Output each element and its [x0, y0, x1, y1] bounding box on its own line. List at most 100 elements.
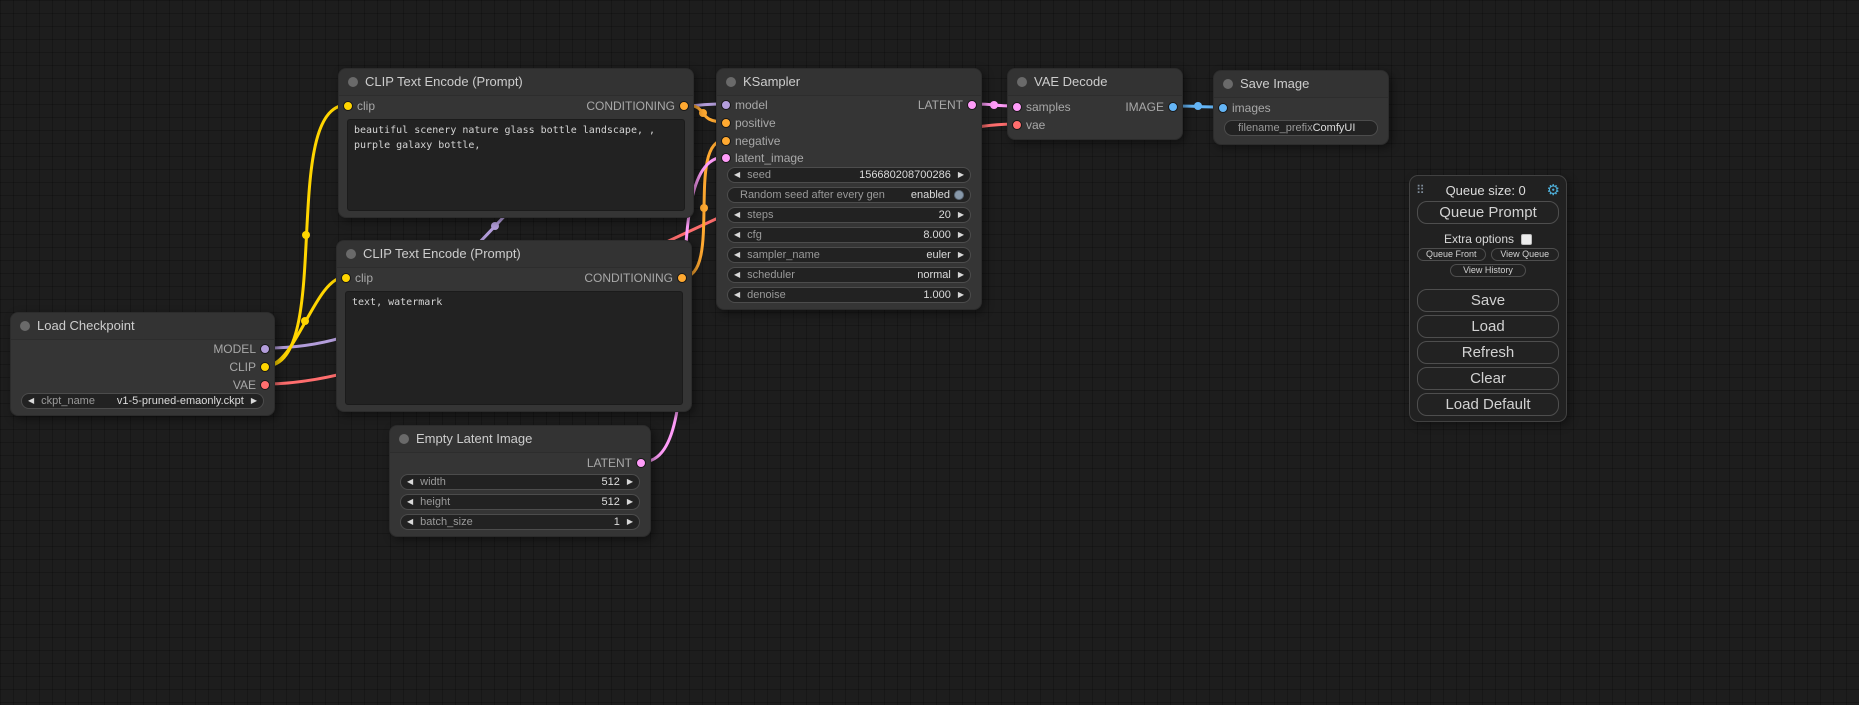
node-title: CLIP Text Encode (Prompt): [365, 74, 523, 89]
queue-front-button[interactable]: Queue Front: [1417, 248, 1486, 261]
increment-arrow-icon[interactable]: ▶: [958, 248, 964, 262]
decrement-arrow-icon[interactable]: ◀: [407, 515, 413, 529]
refresh-button[interactable]: Refresh: [1417, 341, 1559, 364]
port-input-positive[interactable]: [721, 118, 731, 128]
port-output-clip[interactable]: [260, 362, 270, 372]
node-ksampler[interactable]: KSampler model positive negative latent_…: [716, 68, 982, 310]
port-input-clip[interactable]: [341, 273, 351, 283]
input-slot-negative: negative: [735, 133, 780, 149]
collapse-dot[interactable]: [1223, 79, 1233, 89]
widget-label: Random seed after every gen: [740, 189, 885, 201]
output-slot-latent: LATENT: [587, 455, 632, 471]
decrement-arrow-icon[interactable]: ◀: [407, 495, 413, 509]
node-title-bar[interactable]: CLIP Text Encode (Prompt): [339, 69, 693, 96]
widget-cfg[interactable]: ◀ cfg 8.000 ▶: [727, 227, 971, 243]
collapse-dot[interactable]: [399, 434, 409, 444]
widget-seed[interactable]: ◀ seed 156680208700286 ▶: [727, 167, 971, 183]
collapse-dot[interactable]: [20, 321, 30, 331]
extra-options-label: Extra options: [1444, 232, 1514, 246]
node-title-bar[interactable]: Empty Latent Image: [390, 426, 650, 453]
node-vae-decode[interactable]: VAE Decode samples vae IMAGE: [1007, 68, 1183, 140]
load-button[interactable]: Load: [1417, 315, 1559, 338]
decrement-arrow-icon[interactable]: ◀: [734, 268, 740, 282]
node-title-bar[interactable]: CLIP Text Encode (Prompt): [337, 241, 691, 268]
widget-denoise[interactable]: ◀ denoise 1.000 ▶: [727, 287, 971, 303]
node-clip-text-encode-positive[interactable]: CLIP Text Encode (Prompt) clip CONDITION…: [338, 68, 694, 218]
widget-value: normal: [917, 269, 951, 281]
decrement-arrow-icon[interactable]: ◀: [734, 208, 740, 222]
port-input-vae[interactable]: [1012, 120, 1022, 130]
increment-arrow-icon[interactable]: ▶: [958, 228, 964, 242]
widget-filename-prefix[interactable]: filename_prefix ComfyUI: [1224, 120, 1378, 136]
widget-label: steps: [747, 209, 773, 221]
input-slot-model: model: [735, 97, 768, 113]
increment-arrow-icon[interactable]: ▶: [627, 495, 633, 509]
output-slot-latent: LATENT: [918, 97, 963, 113]
queue-menu-panel: ⠿ Queue size: 0 ⚙ Queue Prompt Extra opt…: [1409, 175, 1567, 422]
port-output-latent[interactable]: [636, 458, 646, 468]
increment-arrow-icon[interactable]: ▶: [958, 268, 964, 282]
node-empty-latent-image[interactable]: Empty Latent Image LATENT ◀ width 512 ▶ …: [389, 425, 651, 537]
increment-arrow-icon[interactable]: ▶: [958, 168, 964, 182]
port-input-images[interactable]: [1218, 103, 1228, 113]
collapse-dot[interactable]: [348, 77, 358, 87]
collapse-dot[interactable]: [726, 77, 736, 87]
port-input-negative[interactable]: [721, 136, 731, 146]
increment-arrow-icon[interactable]: ▶: [627, 515, 633, 529]
drag-handle-icon[interactable]: ⠿: [1416, 183, 1425, 197]
widget-ckpt-name[interactable]: ◀ ckpt_name v1-5-pruned-emaonly.ckpt ▶: [21, 393, 264, 409]
node-clip-text-encode-negative[interactable]: CLIP Text Encode (Prompt) clip CONDITION…: [336, 240, 692, 412]
increment-arrow-icon[interactable]: ▶: [958, 288, 964, 302]
port-input-samples[interactable]: [1012, 102, 1022, 112]
decrement-arrow-icon[interactable]: ◀: [734, 228, 740, 242]
menu-header: ⠿ Queue size: 0 ⚙: [1416, 181, 1560, 199]
view-history-button[interactable]: View History: [1450, 264, 1526, 277]
widget-sampler-name[interactable]: ◀ sampler_name euler ▶: [727, 247, 971, 263]
queue-prompt-button[interactable]: Queue Prompt: [1417, 201, 1559, 224]
settings-gear-icon[interactable]: ⚙: [1547, 183, 1560, 198]
input-slot-positive: positive: [735, 115, 776, 131]
node-title-bar[interactable]: Load Checkpoint: [11, 313, 274, 340]
node-title-bar[interactable]: Save Image: [1214, 71, 1388, 98]
node-title-bar[interactable]: VAE Decode: [1008, 69, 1182, 96]
prompt-textarea[interactable]: beautiful scenery nature glass bottle la…: [347, 119, 685, 211]
node-save-image[interactable]: Save Image images filename_prefix ComfyU…: [1213, 70, 1389, 145]
port-output-image[interactable]: [1168, 102, 1178, 112]
collapse-dot[interactable]: [1017, 77, 1027, 87]
port-output-latent[interactable]: [967, 100, 977, 110]
increment-arrow-icon[interactable]: ▶: [251, 394, 257, 408]
widget-height[interactable]: ◀ height 512 ▶: [400, 494, 640, 510]
port-output-model[interactable]: [260, 344, 270, 354]
widget-scheduler[interactable]: ◀ scheduler normal ▶: [727, 267, 971, 283]
widget-width[interactable]: ◀ width 512 ▶: [400, 474, 640, 490]
node-load-checkpoint[interactable]: Load Checkpoint MODEL CLIP VAE ◀ ckpt_na…: [10, 312, 275, 416]
widget-steps[interactable]: ◀ steps 20 ▶: [727, 207, 971, 223]
node-graph-canvas[interactable]: Load Checkpoint MODEL CLIP VAE ◀ ckpt_na…: [0, 0, 1859, 705]
input-slot-samples: samples: [1026, 99, 1071, 115]
decrement-arrow-icon[interactable]: ◀: [734, 168, 740, 182]
port-output-conditioning[interactable]: [679, 101, 689, 111]
decrement-arrow-icon[interactable]: ◀: [28, 394, 34, 408]
port-output-vae[interactable]: [260, 380, 270, 390]
port-input-clip[interactable]: [343, 101, 353, 111]
collapse-dot[interactable]: [346, 249, 356, 259]
widget-batch-size[interactable]: ◀ batch_size 1 ▶: [400, 514, 640, 530]
save-button[interactable]: Save: [1417, 289, 1559, 312]
load-default-button[interactable]: Load Default: [1417, 393, 1559, 416]
view-queue-button[interactable]: View Queue: [1491, 248, 1560, 261]
clear-button[interactable]: Clear: [1417, 367, 1559, 390]
port-output-conditioning[interactable]: [677, 273, 687, 283]
port-input-latent-image[interactable]: [721, 153, 731, 163]
increment-arrow-icon[interactable]: ▶: [958, 208, 964, 222]
node-title-bar[interactable]: KSampler: [717, 69, 981, 96]
decrement-arrow-icon[interactable]: ◀: [734, 288, 740, 302]
widget-value: 512: [601, 496, 619, 508]
widget-random-seed-toggle[interactable]: Random seed after every gen enabled: [727, 187, 971, 203]
toggle-knob-icon[interactable]: [954, 190, 964, 200]
port-input-model[interactable]: [721, 100, 731, 110]
increment-arrow-icon[interactable]: ▶: [627, 475, 633, 489]
prompt-textarea[interactable]: text, watermark: [345, 291, 683, 405]
extra-options-checkbox[interactable]: [1521, 234, 1532, 245]
decrement-arrow-icon[interactable]: ◀: [734, 248, 740, 262]
decrement-arrow-icon[interactable]: ◀: [407, 475, 413, 489]
